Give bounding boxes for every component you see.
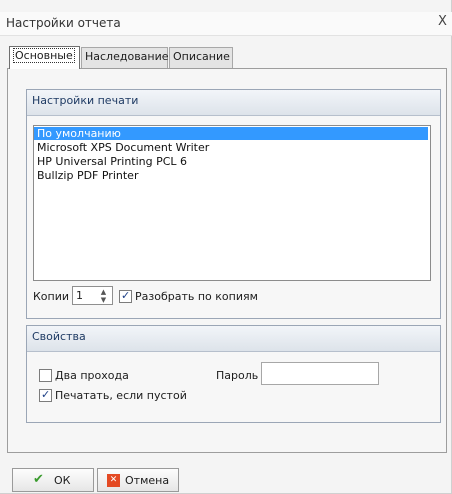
tab-description[interactable]: Описание	[169, 47, 233, 68]
copies-value: 1	[76, 289, 83, 302]
cancel-label: Отмена	[125, 474, 170, 487]
properties-header: Свойства	[27, 326, 440, 352]
tab-inheritance-label: Наследование	[85, 50, 169, 63]
tab-description-label: Описание	[173, 50, 230, 63]
close-icon[interactable]: X	[438, 14, 447, 29]
copies-label: Копии	[33, 290, 70, 303]
password-label: Пароль	[216, 369, 259, 382]
printer-item-bullzip[interactable]: Bullzip PDF Printer	[34, 169, 428, 182]
print-if-empty-checkbox[interactable]	[39, 388, 52, 402]
tab-basic[interactable]: Основные	[9, 46, 80, 69]
tab-basic-label: Основные	[13, 48, 75, 63]
print-if-empty-label: Печатать, если пустой	[55, 389, 187, 402]
two-pass-label: Два прохода	[55, 369, 129, 382]
printer-item-hp[interactable]: HP Universal Printing PCL 6	[34, 155, 428, 168]
cancel-button[interactable]: ✕ Отмена	[97, 468, 179, 492]
x-box-icon: ✕	[107, 474, 120, 487]
printer-item-default[interactable]: По умолчанию	[34, 127, 428, 140]
spin-up-icon[interactable]: ▲	[98, 288, 109, 296]
collate-checkbox[interactable]	[119, 289, 132, 303]
two-pass-checkbox[interactable]	[39, 369, 52, 382]
ok-label: ОК	[54, 474, 71, 487]
window-title: Настройки отчета	[6, 16, 121, 30]
print-settings-header: Настройки печати	[27, 90, 440, 116]
checkmark-icon: ✔	[33, 472, 44, 487]
ok-button[interactable]: ✔ ОК	[12, 468, 94, 492]
tab-inheritance[interactable]: Наследование	[81, 47, 169, 68]
printer-item-xps[interactable]: Microsoft XPS Document Writer	[34, 141, 428, 154]
collate-label: Разобрать по копиям	[135, 290, 258, 303]
password-field[interactable]	[261, 362, 379, 385]
spin-down-icon[interactable]: ▼	[98, 296, 109, 304]
